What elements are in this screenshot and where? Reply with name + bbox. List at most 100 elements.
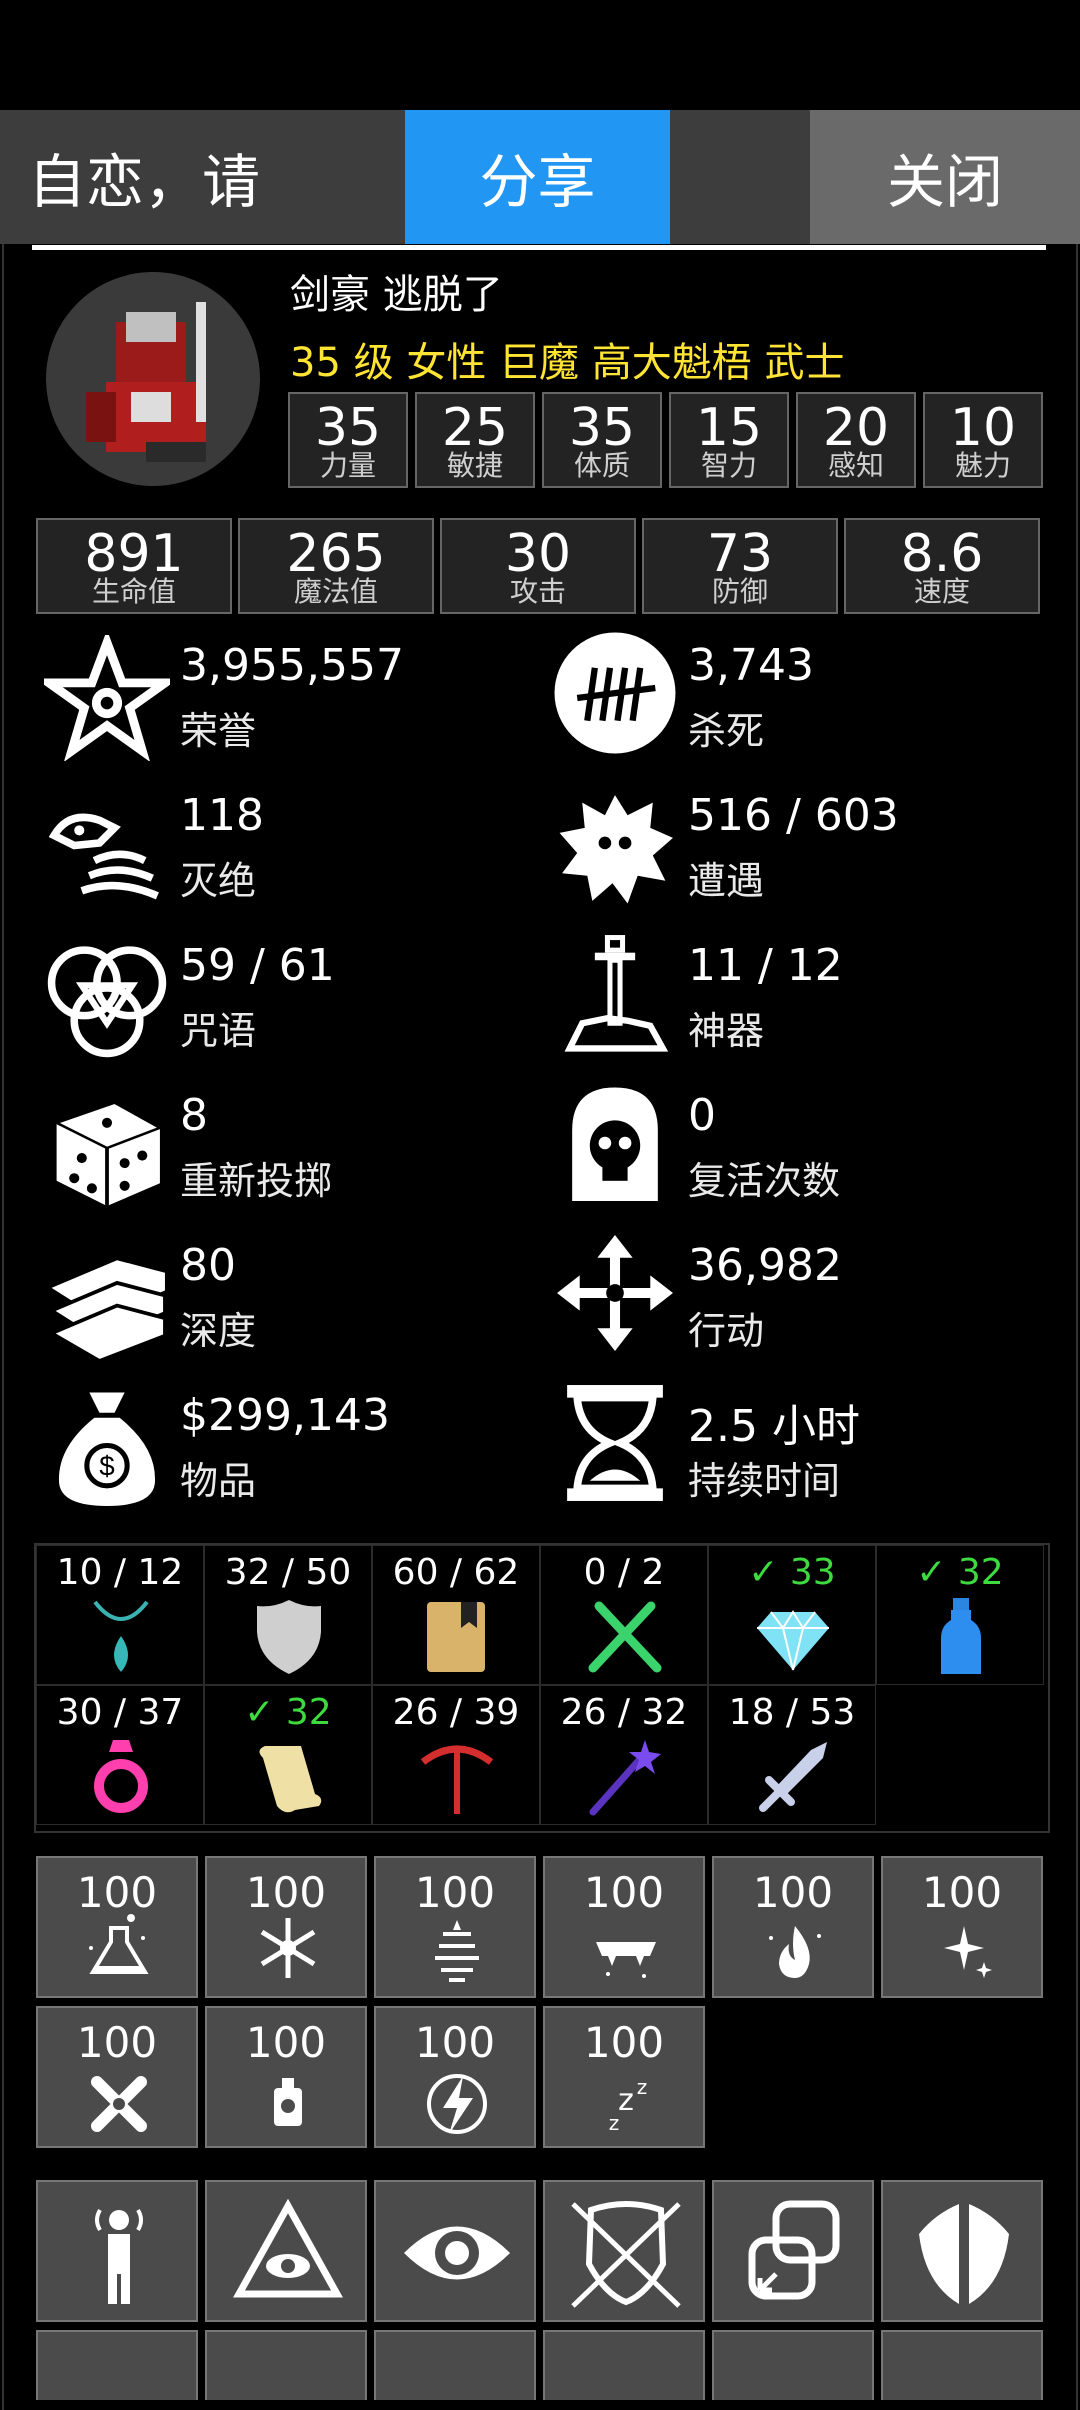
skill-slot[interactable] — [205, 2330, 367, 2400]
pickaxe-icon — [420, 1745, 494, 1814]
skill-see[interactable] — [374, 2180, 536, 2322]
skill-slot[interactable] — [374, 2330, 536, 2400]
skill-armor[interactable] — [543, 2180, 705, 2322]
skill-slot[interactable] — [543, 2330, 705, 2400]
attr-intelligence: 15 智力 — [669, 392, 789, 488]
skull-tombstone-icon — [552, 1080, 678, 1206]
bite-icon — [596, 1942, 656, 1978]
reroll-label: 重新投掷 — [180, 1159, 333, 1203]
svg-text:z: z — [609, 2111, 620, 2135]
svg-text:z: z — [618, 2083, 634, 2118]
item-categories-grid: 10 / 12 32 / 50 60 / 62 0 / 2 ✓ 33 ✓ 32 … — [34, 1543, 1050, 1833]
artifacts-label: 神器 — [688, 1009, 765, 1053]
resist-acid[interactable]: 100 — [36, 1856, 198, 1998]
hero-avatar — [46, 272, 260, 486]
depth-label: 深度 — [180, 1309, 257, 1353]
resist-wind[interactable]: 100 — [374, 1856, 536, 1998]
duration-value: 2.5 小时 — [688, 1401, 860, 1452]
wings-icon — [919, 2204, 1009, 2304]
hero-name: 剑豪 逃脱了 — [290, 272, 503, 318]
extinct-label: 灭绝 — [180, 859, 257, 903]
magic-wand-icon — [589, 1740, 661, 1816]
reroll-value: 8 — [180, 1090, 208, 1141]
resist-lightning[interactable]: 100 — [374, 2006, 536, 2148]
all-seeing-eye-icon — [233, 2198, 343, 2298]
dice-icon — [44, 1085, 170, 1211]
stairs-icon — [44, 1235, 170, 1364]
skill-slot[interactable] — [881, 2330, 1043, 2400]
item-weapons[interactable]: 18 / 53 — [708, 1685, 876, 1825]
triquetra-icon — [44, 935, 170, 1061]
revive-value: 0 — [688, 1090, 716, 1141]
stat-defense: 73 防御 — [642, 518, 838, 614]
skill-telepathy[interactable] — [36, 2180, 198, 2322]
item-food[interactable]: 0 / 2 — [540, 1545, 708, 1685]
scroll-icon — [259, 1746, 322, 1813]
sword-in-stone-icon — [552, 930, 678, 1056]
lightning-icon — [427, 2074, 487, 2134]
cross-bone-icon — [91, 2076, 147, 2132]
sparkle-icon — [944, 1926, 992, 1978]
duration-label: 持续时间 — [688, 1459, 841, 1503]
spells-value: 59 / 61 — [180, 940, 335, 991]
tally-kills-icon — [552, 630, 678, 756]
actions-value: 36,982 — [688, 1240, 842, 1291]
item-gems[interactable]: ✓ 33 — [708, 1545, 876, 1685]
resist-poison[interactable]: 100 — [205, 2006, 367, 2148]
divider — [32, 245, 1046, 250]
actions-label: 行动 — [688, 1309, 765, 1353]
item-wands[interactable]: 26 / 32 — [540, 1685, 708, 1825]
skill-detect[interactable] — [205, 2180, 367, 2322]
close-button[interactable]: 关闭 — [810, 110, 1080, 244]
extinct-value: 118 — [180, 790, 264, 841]
resist-physical[interactable]: 100 — [36, 2006, 198, 2148]
item-potions[interactable]: ✓ 32 — [876, 1545, 1044, 1685]
resist-fire[interactable]: 100 — [712, 1856, 874, 1998]
resist-bite[interactable]: 100 — [543, 1856, 705, 1998]
hourglass-icon — [552, 1380, 678, 1506]
poison-bottle-icon — [274, 2078, 302, 2126]
revive-label: 复活次数 — [688, 1159, 841, 1203]
share-button[interactable]: 分享 — [405, 110, 670, 244]
item-books[interactable]: 60 / 62 — [372, 1545, 540, 1685]
shield-icon — [257, 1600, 321, 1674]
share-caption: 自恋，请 — [0, 110, 405, 244]
sleep-icon: z zz — [609, 2075, 648, 2135]
skill-wings[interactable] — [881, 2180, 1043, 2322]
honor-value: 3,955,557 — [180, 640, 404, 691]
monster-blob-icon — [552, 785, 678, 911]
armor-icon — [571, 2201, 681, 2308]
honor-label: 荣誉 — [180, 709, 257, 753]
item-armor[interactable]: 32 / 50 — [204, 1545, 372, 1685]
resist-sleep[interactable]: 100 zzz — [543, 2006, 705, 2148]
stat-attack: 30 攻击 — [440, 518, 636, 614]
diamond-icon — [757, 1610, 829, 1671]
svg-text:$: $ — [99, 1451, 114, 1482]
eye-icon — [404, 2226, 510, 2280]
copy-icon — [748, 2200, 840, 2300]
kills-value: 3,743 — [688, 640, 814, 691]
item-scrolls[interactable]: ✓ 32 — [204, 1685, 372, 1825]
item-tools[interactable]: 26 / 39 — [372, 1685, 540, 1825]
kills-label: 杀死 — [688, 709, 765, 753]
top-bar: 自恋，请 分享 关闭 — [0, 110, 1080, 244]
items-label: 物品 — [180, 1459, 257, 1503]
book-icon — [427, 1602, 485, 1672]
skill-copy[interactable] — [712, 2180, 874, 2322]
skill-slot[interactable] — [36, 2330, 198, 2400]
skeleton-icon — [44, 785, 170, 911]
attr-strength: 35 力量 — [288, 392, 408, 488]
attr-constitution: 35 体质 — [542, 392, 662, 488]
attr-charisma: 10 魅力 — [923, 392, 1043, 488]
skill-slot[interactable] — [712, 2330, 874, 2400]
item-amulet[interactable]: 10 / 12 — [36, 1545, 204, 1685]
stat-speed: 8.6 速度 — [844, 518, 1040, 614]
move-arrows-icon — [552, 1230, 678, 1356]
telepathy-icon — [95, 2208, 143, 2304]
fork-knife-icon — [588, 1601, 662, 1673]
acid-flask-icon — [89, 1914, 149, 1974]
item-rings[interactable]: 30 / 37 — [36, 1685, 204, 1825]
encounter-label: 遭遇 — [688, 859, 765, 903]
resist-magic[interactable]: 100 — [881, 1856, 1043, 1998]
resist-cold[interactable]: 100 — [205, 1856, 367, 1998]
